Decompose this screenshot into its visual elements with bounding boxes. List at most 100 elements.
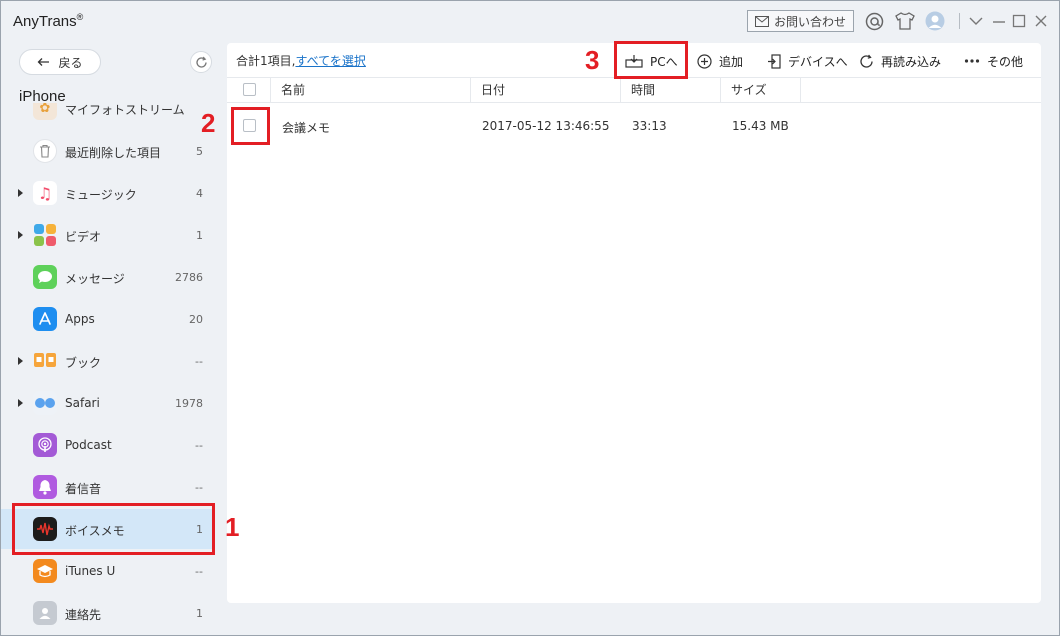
title-bar: AnyTrans® お問い合わせ [1, 1, 1059, 41]
nav-label: 連絡先 [65, 608, 102, 622]
nav-count: -- [195, 439, 203, 452]
nav-label: メッセージ [65, 272, 125, 286]
arrow-left-icon [38, 58, 50, 66]
refresh-icon [195, 56, 207, 68]
expand-arrow-icon[interactable] [18, 357, 23, 365]
contacts-icon [33, 601, 57, 625]
contact-label: お問い合わせ [773, 14, 846, 29]
anytrans-window: AnyTrans® お問い合わせ 戻る iPhone ✿ マイフォトストリーム … [0, 0, 1060, 636]
nav-item-itunes-u[interactable]: iTunes U -- [1, 551, 215, 591]
account-avatar-icon[interactable] [925, 11, 945, 31]
table-header: 名前 日付 時間 サイズ [227, 77, 1041, 103]
app-title-text: AnyTrans [13, 13, 77, 30]
nav-count: -- [195, 355, 203, 368]
table-row[interactable]: 会議メモ 2017-05-12 13:46:55 33:13 15.43 MB [227, 103, 1041, 149]
nav-item-messages[interactable]: メッセージ 2786 [1, 257, 215, 297]
reload-icon [860, 54, 873, 68]
nav-count: 1978 [175, 397, 203, 410]
add-button[interactable]: 追加 [697, 50, 743, 72]
cell-duration: 33:13 [632, 119, 667, 133]
refresh-device-button[interactable] [190, 51, 212, 73]
safari-icon [33, 391, 57, 415]
column-header-size[interactable]: サイズ [721, 78, 801, 102]
reload-label: 再読み込み [881, 54, 942, 69]
column-header-duration[interactable]: 時間 [621, 78, 721, 102]
app-title: AnyTrans® [13, 12, 83, 30]
expand-arrow-icon[interactable] [18, 231, 23, 239]
music-note-icon: ♫ [33, 181, 57, 205]
back-button[interactable]: 戻る [19, 49, 101, 75]
nav-label: 最近削除した項目 [65, 146, 162, 160]
select-all-link[interactable]: すべてを選択 [295, 54, 365, 68]
nav-count: -- [195, 565, 203, 578]
nav-label: Safari [65, 396, 100, 410]
message-bubble-icon [33, 265, 57, 289]
more-label: その他 [987, 54, 1024, 69]
maximize-icon[interactable] [1009, 11, 1029, 31]
nav-count: 4 [196, 187, 203, 200]
nav-label: 着信音 [65, 482, 102, 496]
annotation-number-step2: 2 [201, 108, 216, 138]
nav-label: Apps [65, 312, 95, 326]
nav-item-video[interactable]: ビデオ 1 [1, 215, 215, 255]
nav-item-apps[interactable]: Apps 20 [1, 299, 215, 339]
more-button[interactable]: その他 [964, 50, 1023, 72]
app-store-icon [33, 307, 57, 331]
bell-icon [33, 475, 57, 499]
annotation-number-step3: 3 [585, 45, 600, 75]
trash-icon [33, 139, 57, 163]
nav-item-music[interactable]: ♫ ミュージック 4 [1, 173, 215, 213]
chevron-down-icon[interactable] [966, 11, 986, 31]
send-to-device-icon [768, 53, 781, 69]
to-device-button[interactable]: デバイスへ [767, 50, 848, 72]
reload-button[interactable]: 再読み込み [859, 50, 941, 72]
checkbox-column [227, 78, 271, 102]
nav-item-podcast[interactable]: Podcast -- [1, 425, 215, 465]
graduation-cap-icon [33, 559, 57, 583]
contact-button[interactable]: お問い合わせ [747, 10, 854, 32]
close-icon[interactable] [1031, 11, 1051, 31]
nav-label: iTunes U [65, 564, 116, 578]
item-summary: 合計1項目,すべてを選択 [236, 52, 366, 69]
minimize-icon[interactable] [989, 11, 1009, 31]
nav-count: 20 [189, 313, 203, 326]
tshirt-icon[interactable] [895, 11, 915, 31]
nav-count: 5 [196, 145, 203, 158]
expand-arrow-icon[interactable] [18, 189, 23, 197]
registered-mark: ® [76, 12, 84, 22]
plus-circle-icon [697, 53, 712, 69]
annotation-box-step3 [614, 41, 688, 79]
cell-size: 15.43 MB [732, 119, 789, 133]
nav-item-books[interactable]: ブック -- [1, 341, 215, 381]
titlebar-separator [959, 13, 960, 29]
search-circle-icon[interactable] [864, 11, 884, 31]
podcast-icon [33, 433, 57, 457]
item-count-text: 合計1項目, [236, 54, 296, 68]
nav-count: 2786 [175, 271, 203, 284]
column-header-date[interactable]: 日付 [471, 78, 621, 102]
nav-count: 1 [196, 607, 203, 620]
nav-item-contacts[interactable]: 連絡先 1 [1, 593, 215, 633]
nav-label: ビデオ [65, 230, 102, 244]
nav-count: -- [195, 481, 203, 494]
cell-date: 2017-05-12 13:46:55 [482, 119, 610, 133]
column-header-name[interactable]: 名前 [271, 78, 471, 102]
expand-arrow-icon[interactable] [18, 399, 23, 407]
nav-label: ミュージック [65, 188, 137, 202]
video-icon [33, 223, 57, 247]
category-list[interactable]: ✿ マイフォトストリーム 最近削除した項目 5 ♫ ミュージック 4 ビデオ 1… [1, 103, 221, 635]
to-device-label: デバイスへ [788, 54, 848, 69]
nav-label: Podcast [65, 438, 112, 452]
annotation-number-step1: 1 [225, 512, 240, 542]
nav-item-ringtones[interactable]: 着信音 -- [1, 467, 215, 507]
annotation-box-step1 [12, 503, 215, 555]
nav-item-safari[interactable]: Safari 1978 [1, 383, 215, 423]
nav-count: 1 [196, 229, 203, 242]
add-label: 追加 [719, 54, 744, 69]
book-icon [33, 349, 57, 373]
mail-icon [754, 15, 769, 27]
nav-item-recently-deleted[interactable]: 最近削除した項目 5 [1, 131, 215, 171]
cell-name: 会議メモ [282, 121, 331, 135]
nav-item-photo-stream[interactable]: ✿ マイフォトストリーム [1, 103, 215, 128]
nav-label: ブック [65, 356, 102, 370]
